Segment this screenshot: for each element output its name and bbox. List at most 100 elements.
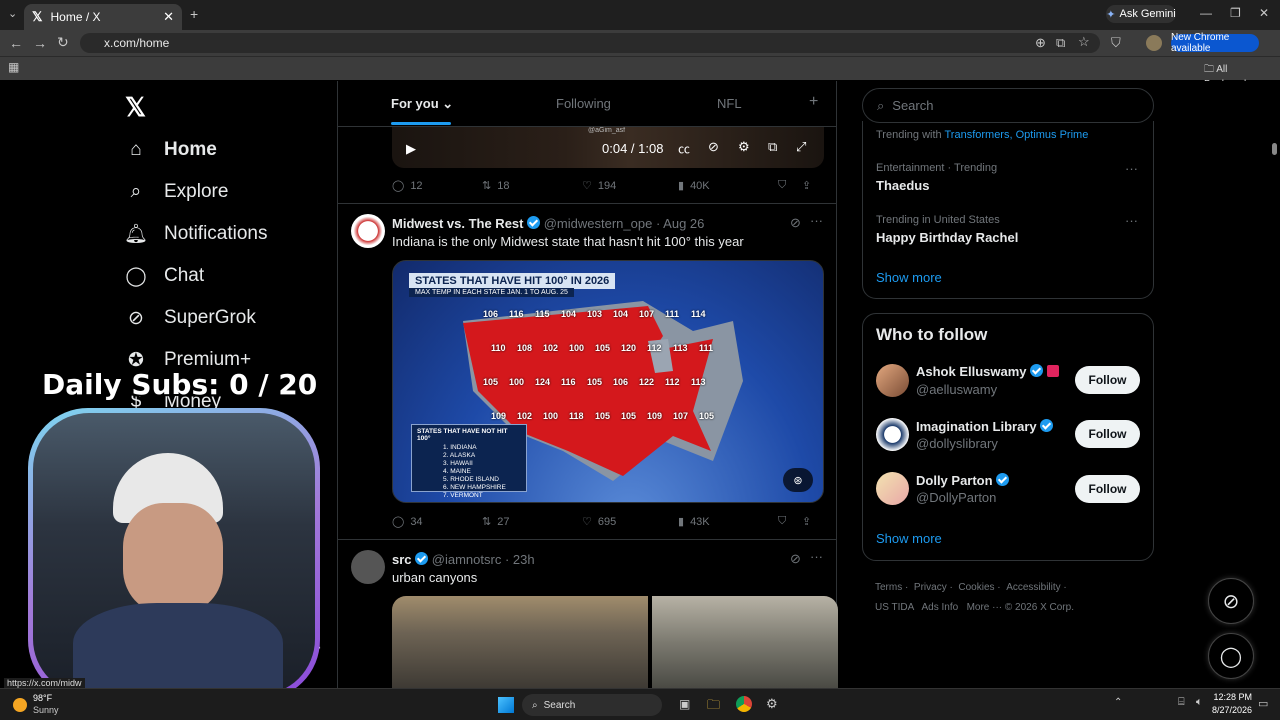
show-more-link[interactable]: Show more [876, 531, 942, 546]
footer-cookies[interactable]: Cookies [958, 582, 994, 593]
tweet-date[interactable]: · Aug 26 [656, 216, 704, 231]
trend-more-icon[interactable]: ··· [1125, 161, 1138, 176]
reply-button[interactable]: ◯ 12 [392, 179, 482, 193]
minimize-icon[interactable]: — [1200, 6, 1212, 20]
footer-ads-info[interactable]: Ads Info [922, 602, 959, 613]
sidebar-item-notifications[interactable]: 🔔︎ Notifications [124, 223, 268, 245]
more-icon[interactable]: ··· [810, 549, 823, 564]
tab-nfl[interactable]: NFL [717, 96, 742, 111]
tab-search-icon[interactable]: ⌄ [8, 7, 17, 20]
like-button[interactable]: ♡ 194 [582, 179, 678, 193]
repost-button[interactable]: ⇅ 27 [482, 515, 582, 529]
author-handle[interactable]: @iamnotsrc [432, 552, 502, 567]
install-icon[interactable]: ⧉ [1056, 35, 1065, 51]
trending-with-value[interactable]: Transformers, Optimus Prime [944, 129, 1088, 141]
show-more-link[interactable]: Show more [876, 270, 942, 285]
footer-tida[interactable]: US TIDA [875, 602, 914, 613]
zoom-icon[interactable]: ⊕ [1035, 35, 1046, 51]
play-icon[interactable]: ▶ [406, 141, 416, 157]
footer-accessibility[interactable]: Accessibility [1006, 582, 1060, 593]
author-name[interactable]: Midwest vs. The Rest [392, 216, 523, 231]
grok-icon[interactable]: ⊘ [790, 215, 801, 231]
grok-icon[interactable]: ⊘ [790, 551, 801, 567]
profile-avatar[interactable] [1146, 35, 1162, 51]
follow-button[interactable]: Follow [1075, 475, 1140, 503]
apps-grid-icon[interactable]: ▦ [8, 60, 19, 74]
grok-image-icon[interactable]: ⊛ [783, 468, 813, 492]
footer-terms[interactable]: Terms [875, 582, 902, 593]
ask-gemini-button[interactable]: ✦ Ask Gemini [1106, 5, 1176, 23]
trend-title[interactable]: Thaedus [876, 178, 929, 193]
settings-gear-icon[interactable]: ⚙ [738, 139, 750, 155]
tray-chevron-icon[interactable]: ⌃ [1114, 697, 1122, 708]
avatar[interactable] [351, 550, 385, 584]
back-icon[interactable]: ← [9, 35, 23, 51]
captions-icon[interactable]: ㏄ [678, 140, 690, 157]
follow-button[interactable]: Follow [1075, 420, 1140, 448]
bookmark-star-icon[interactable]: ☆ [1078, 34, 1090, 50]
taskbar-search[interactable]: ⌕ Search [522, 694, 662, 716]
volume-icon[interactable]: 🔈︎ [1196, 696, 1203, 709]
sidebar-item-explore[interactable]: ⌕ Explore [126, 181, 229, 203]
app-icon[interactable]: ⚙ [766, 696, 778, 712]
follow-name-1[interactable]: Ashok Elluswamy [916, 364, 1059, 379]
task-view-icon[interactable]: ▣ [679, 697, 690, 711]
trend-item[interactable]: Entertainment · Trending [876, 162, 997, 174]
like-button[interactable]: ♡ 695 [582, 515, 678, 529]
author-name[interactable]: src [392, 552, 412, 567]
follow-name-2[interactable]: Imagination Library [916, 419, 1054, 434]
avatar[interactable] [876, 472, 909, 505]
views-button[interactable]: ▮ 40K [678, 179, 778, 193]
sidebar-item-supergrok[interactable]: ⊘ SuperGrok [126, 307, 256, 329]
sidebar-item-chat[interactable]: ◯ Chat [125, 265, 204, 287]
pip-icon[interactable]: ⧉ [768, 139, 777, 155]
url-field[interactable]: x.com/home [80, 33, 1100, 53]
mute-icon[interactable]: ⊘ [708, 139, 719, 155]
new-chrome-button[interactable]: New Chrome available [1171, 32, 1259, 54]
grok-float-icon[interactable]: ⊘ [1208, 578, 1254, 624]
tweet-image-1[interactable] [392, 596, 648, 688]
avatar[interactable] [351, 214, 385, 248]
repost-button[interactable]: ⇅ 18 [482, 179, 582, 193]
reload-icon[interactable]: ↻ [57, 34, 69, 51]
search-input[interactable]: ⌕ Search [862, 88, 1154, 123]
follow-button[interactable]: Follow [1075, 366, 1140, 394]
trend-title[interactable]: Happy Birthday Rachel [876, 230, 1018, 245]
windows-start-icon[interactable] [498, 697, 514, 713]
scrollbar-thumb[interactable] [1272, 143, 1277, 155]
tweet-image-map[interactable]: STATES THAT HAVE HIT 100° IN 2026 MAX TE… [392, 260, 824, 503]
messages-float-icon[interactable]: ◯ [1208, 633, 1254, 679]
window-close-icon[interactable]: ✕ [1259, 6, 1269, 20]
fullscreen-icon[interactable]: ⤢ [796, 139, 806, 155]
add-tab-icon[interactable]: + [809, 93, 818, 111]
footer-privacy[interactable]: Privacy [914, 582, 947, 593]
reply-button[interactable]: ◯ 34 [392, 515, 482, 529]
follow-name-3[interactable]: Dolly Parton [916, 473, 1010, 488]
tweet-date[interactable]: · 23h [505, 552, 535, 567]
network-icon[interactable]: ⌸ [1178, 696, 1185, 709]
share-icon[interactable]: ⇪ [802, 515, 811, 528]
views-button[interactable]: ▮ 43K [678, 515, 778, 529]
more-icon[interactable]: ··· [810, 213, 823, 228]
tab-following[interactable]: Following [556, 96, 611, 111]
browser-tab[interactable]: 𝕏 Home / X ✕ [24, 4, 182, 30]
forward-icon[interactable]: → [33, 35, 47, 51]
x-logo-icon[interactable]: 𝕏 [125, 92, 146, 123]
file-explorer-icon[interactable]: 🗀 [707, 696, 720, 718]
share-icon[interactable]: ⇪ [802, 179, 811, 192]
extensions-icon[interactable]: ⛉ [1111, 35, 1121, 51]
bookmark-icon[interactable]: ⛉ [778, 515, 802, 528]
weather-sun-icon[interactable] [13, 698, 27, 712]
restore-icon[interactable]: ❐ [1230, 6, 1241, 20]
sidebar-item-home[interactable]: ⌂ Home [126, 139, 217, 161]
tweet-image-2[interactable] [652, 596, 838, 688]
chrome-icon[interactable] [736, 696, 752, 712]
close-tab-icon[interactable]: ✕ [163, 9, 174, 25]
tab-for-you[interactable]: For you ⌄ [391, 96, 453, 112]
new-tab-icon[interactable]: + [190, 6, 198, 22]
trend-item[interactable]: Trending in United States [876, 214, 1000, 226]
notification-center-icon[interactable]: ▭ [1258, 697, 1268, 710]
trend-more-icon[interactable]: ··· [1125, 213, 1138, 228]
avatar[interactable] [876, 418, 909, 451]
avatar[interactable] [876, 364, 909, 397]
